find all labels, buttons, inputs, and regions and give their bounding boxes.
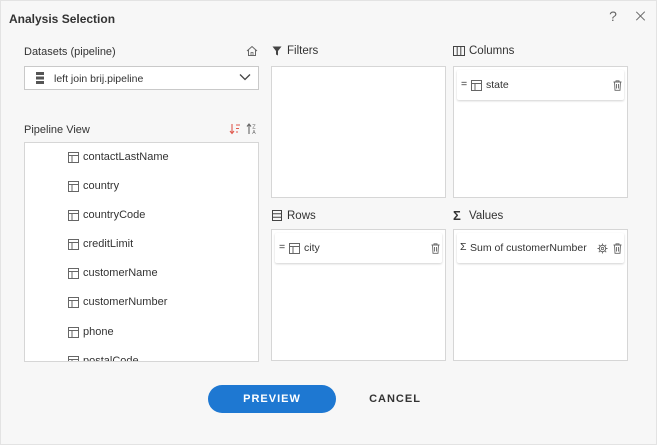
list-item-label: country bbox=[83, 180, 120, 192]
filters-label: Filters bbox=[287, 45, 319, 57]
chip-label: state bbox=[486, 79, 509, 91]
table-icon bbox=[68, 210, 79, 221]
table-icon bbox=[68, 297, 79, 308]
columns-label: Columns bbox=[469, 45, 515, 57]
dataset-selected-value: left join brij.pipeline bbox=[54, 73, 144, 85]
list-item-label: creditLimit bbox=[83, 238, 134, 250]
chevron-down-icon[interactable] bbox=[239, 73, 251, 81]
value-chip-sum-customer-number[interactable]: Σ Sum of customerNumber bbox=[457, 233, 624, 263]
preview-button[interactable]: PREVIEW bbox=[208, 385, 336, 413]
pipeline-field-list[interactable]: contactLastName country countryCode cred… bbox=[24, 142, 259, 362]
dialog-title: Analysis Selection bbox=[9, 12, 116, 26]
home-icon[interactable] bbox=[246, 45, 258, 57]
values-drop-zone[interactable]: Σ Sum of customerNumber bbox=[453, 229, 628, 361]
chip-prefix: Σ bbox=[460, 241, 467, 253]
table-icon bbox=[68, 152, 79, 163]
close-icon[interactable] bbox=[633, 8, 649, 24]
columns-icon bbox=[453, 46, 465, 56]
trash-icon[interactable] bbox=[431, 243, 440, 254]
table-icon bbox=[289, 243, 300, 254]
values-label: Values bbox=[469, 210, 504, 222]
table-icon bbox=[68, 356, 79, 361]
sort-descending-icon[interactable] bbox=[229, 123, 241, 135]
rows-icon bbox=[272, 210, 282, 221]
columns-drop-zone[interactable]: = state bbox=[453, 66, 628, 198]
rows-drop-zone[interactable]: = city bbox=[271, 229, 446, 361]
chip-label: city bbox=[304, 242, 320, 254]
list-item-label: contactLastName bbox=[83, 151, 169, 163]
database-icon bbox=[36, 72, 44, 84]
dialog-titlebar: Analysis Selection ? bbox=[1, 1, 656, 35]
trash-icon[interactable] bbox=[613, 80, 622, 91]
sort-alpha-icon[interactable]: Z A bbox=[246, 123, 258, 135]
table-icon bbox=[68, 181, 79, 192]
datasets-label: Datasets (pipeline) bbox=[24, 46, 116, 58]
table-icon bbox=[68, 268, 79, 279]
gear-icon[interactable] bbox=[597, 243, 608, 254]
dataset-dropdown[interactable]: left join brij.pipeline bbox=[24, 66, 259, 90]
list-item-label: postalCode bbox=[83, 355, 139, 362]
pipeline-view-label: Pipeline View bbox=[24, 124, 90, 136]
sigma-icon: Σ bbox=[453, 208, 461, 223]
chip-label: Sum of customerNumber bbox=[470, 242, 587, 254]
svg-text:A: A bbox=[252, 130, 256, 135]
chip-prefix: = bbox=[461, 78, 468, 90]
filters-drop-zone[interactable] bbox=[271, 66, 446, 198]
table-icon bbox=[471, 80, 482, 91]
table-icon bbox=[68, 327, 79, 338]
table-icon bbox=[68, 239, 79, 250]
filter-icon bbox=[272, 46, 282, 56]
column-chip-state[interactable]: = state bbox=[457, 70, 624, 100]
list-item-label: customerName bbox=[83, 267, 158, 279]
rows-label: Rows bbox=[287, 210, 316, 222]
help-icon[interactable]: ? bbox=[606, 8, 620, 24]
list-item-label: phone bbox=[83, 326, 114, 338]
list-item-label: countryCode bbox=[83, 209, 146, 221]
analysis-selection-dialog: Analysis Selection ? Datasets (pipeline)… bbox=[0, 0, 657, 445]
cancel-button[interactable]: CANCEL bbox=[364, 385, 426, 413]
row-chip-city[interactable]: = city bbox=[275, 233, 442, 263]
chip-prefix: = bbox=[279, 241, 286, 253]
trash-icon[interactable] bbox=[613, 243, 622, 254]
list-item-label: customerNumber bbox=[83, 296, 168, 308]
